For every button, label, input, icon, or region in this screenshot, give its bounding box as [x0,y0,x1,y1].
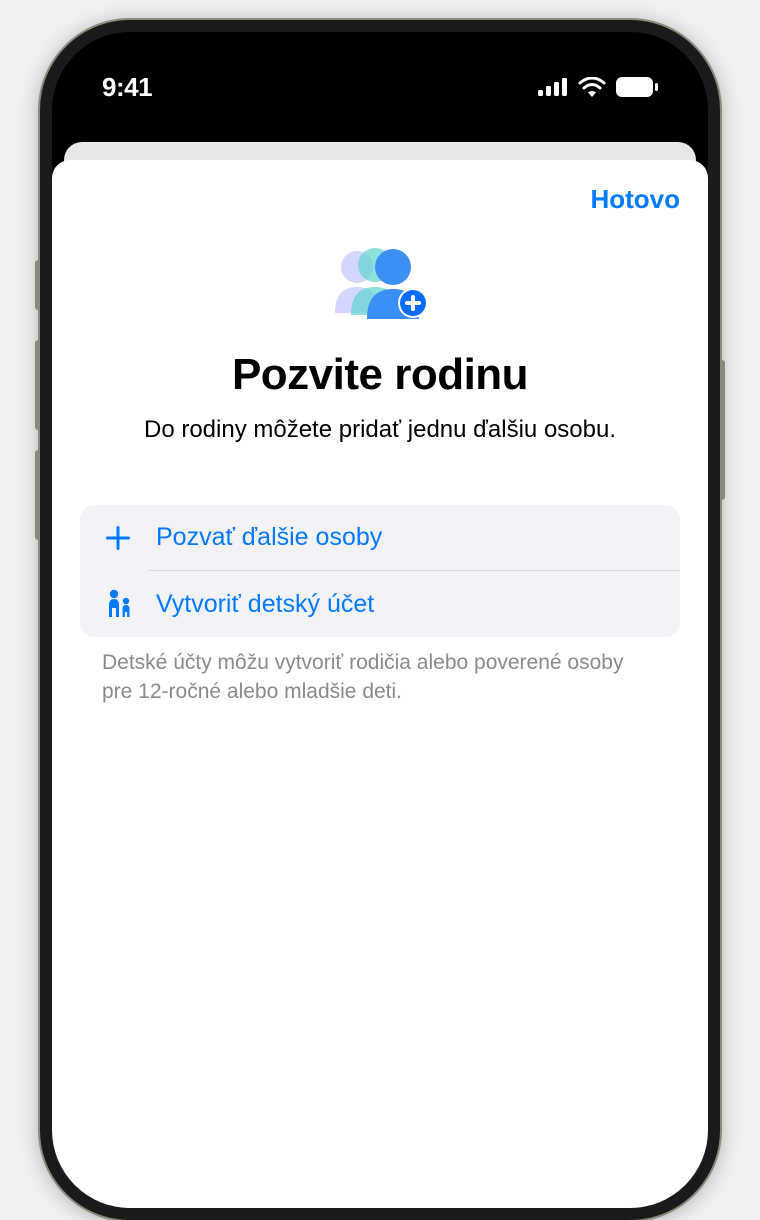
family-add-icon [325,245,435,330]
side-button [35,260,40,310]
plus-icon [102,525,134,551]
invite-others-label: Pozvať ďalšie osoby [156,523,382,552]
page-title: Pozvite rodinu [80,350,680,400]
done-button[interactable]: Hotovo [590,184,680,215]
power-button [720,360,725,500]
volume-up-button [35,340,40,430]
status-time: 9:41 [102,72,152,103]
modal-sheet: Hotovo [52,160,708,1208]
sheet-header: Hotovo [80,184,680,215]
footer-note: Detské účty môžu vytvoriť rodičia alebo … [80,637,680,706]
create-child-account-button[interactable]: Vytvoriť detský účet [80,571,680,637]
parent-child-icon [102,589,134,619]
phone-frame: 9:41 [40,20,720,1220]
battery-icon [616,77,658,97]
invite-others-button[interactable]: Pozvať ďalšie osoby [80,505,680,570]
phone-screen: 9:41 [52,32,708,1208]
page-subtitle: Do rodiny môžete pridať jednu ďalšiu oso… [80,414,680,445]
cellular-icon [538,78,568,96]
status-indicators [538,77,658,97]
create-child-label: Vytvoriť detský účet [156,590,374,619]
dynamic-island [285,54,475,106]
action-list: Pozvať ďalšie osoby Vytvoriť detský účet [80,505,680,637]
hero-section: Pozvite rodinu Do rodiny môžete pridať j… [80,245,680,445]
wifi-icon [578,77,606,97]
volume-down-button [35,450,40,540]
